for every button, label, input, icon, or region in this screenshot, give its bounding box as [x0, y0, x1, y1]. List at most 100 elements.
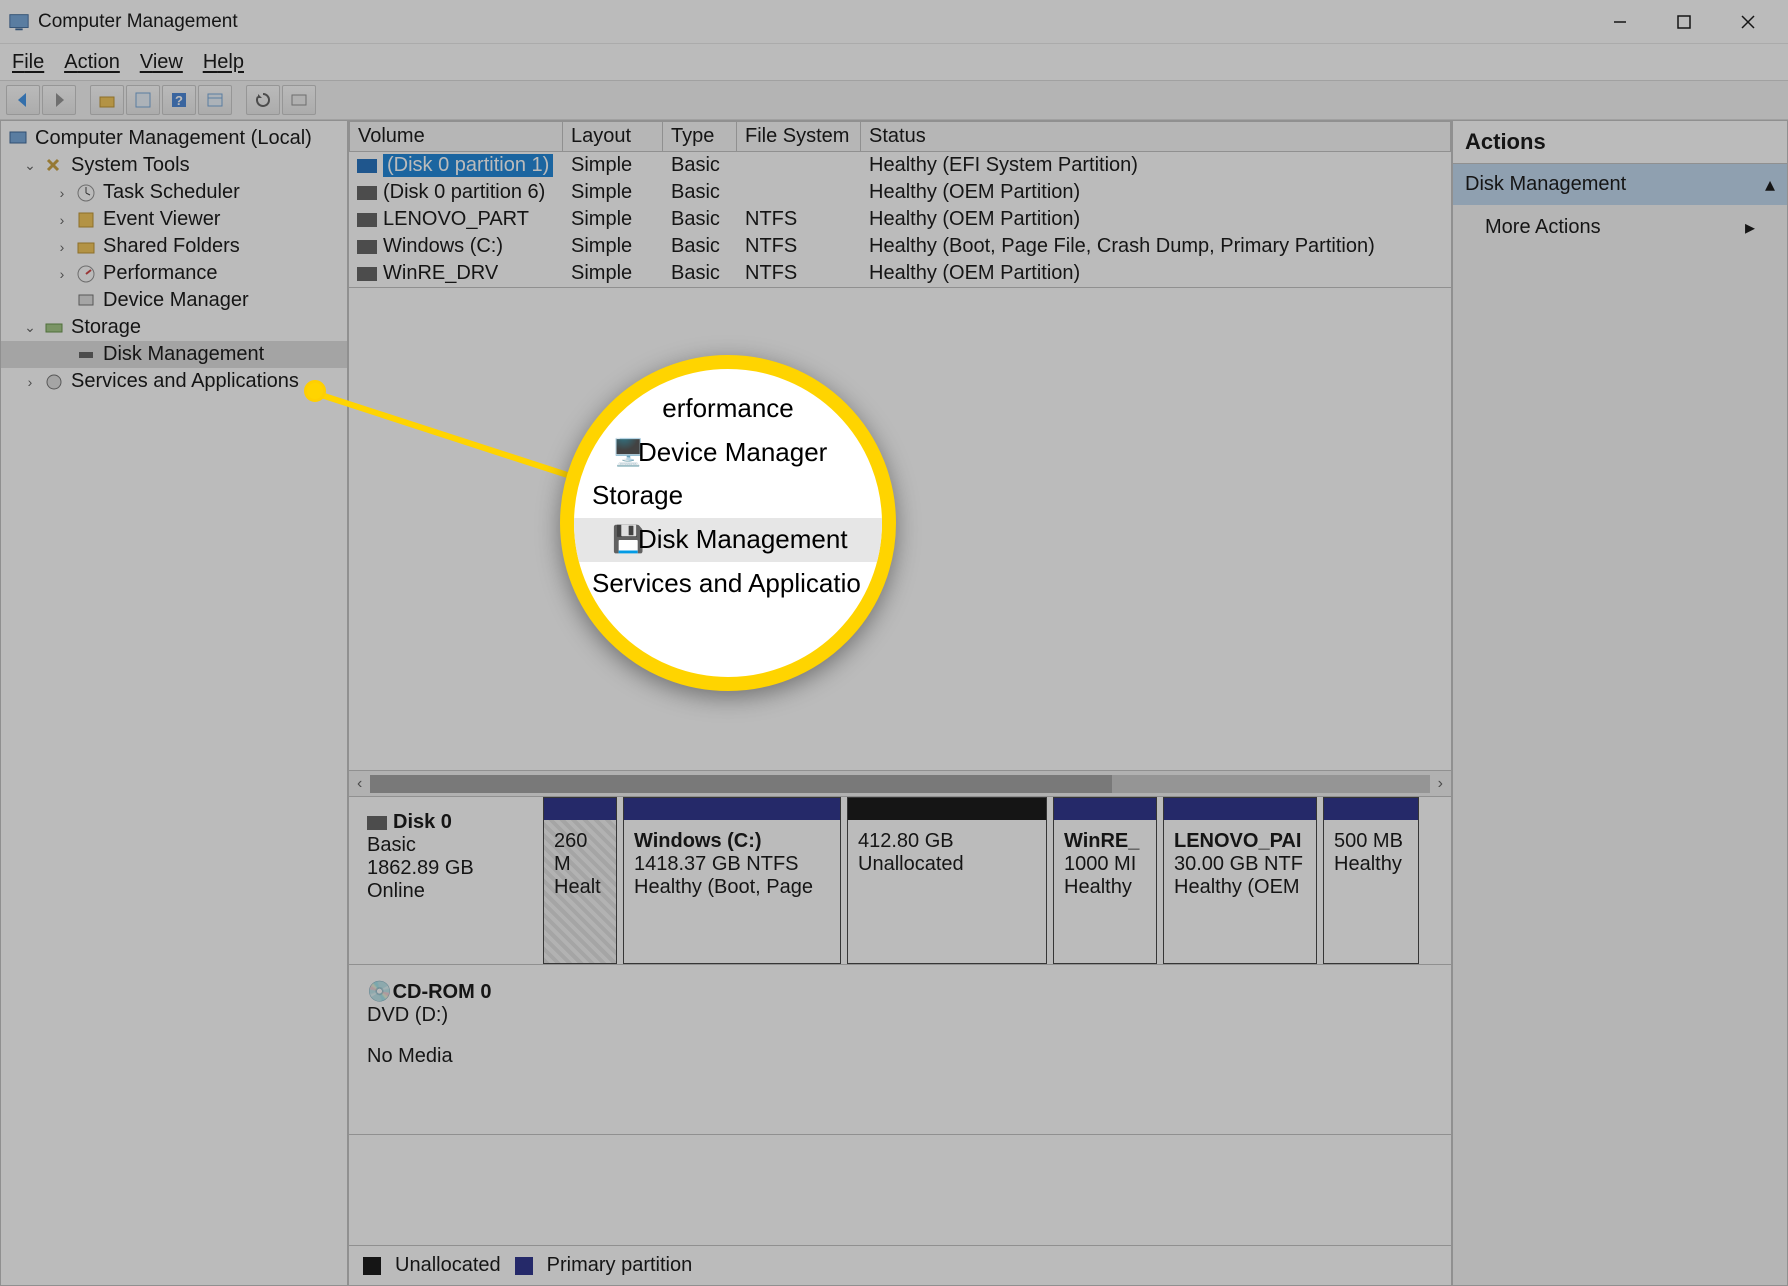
volume-status: Healthy (OEM Partition) [861, 179, 1451, 206]
tree-event-viewer[interactable]: ›Event Viewer [1, 206, 347, 233]
tree-label: Storage [71, 316, 141, 339]
disk0-type: Basic [367, 834, 525, 857]
legend-unallocated-swatch [363, 1257, 381, 1275]
tree-label: Task Scheduler [103, 181, 240, 204]
tree-disk-management[interactable]: Disk Management [1, 341, 347, 368]
partition[interactable]: 500 MBHealthy [1323, 797, 1419, 964]
more-actions-label: More Actions [1485, 216, 1601, 239]
horizontal-scrollbar[interactable]: ‹› [349, 770, 1451, 796]
settings-button[interactable] [282, 85, 316, 115]
disk0-title: Disk 0 [393, 811, 452, 833]
col-type[interactable]: Type [663, 121, 737, 152]
actions-context[interactable]: Disk Management ▴ [1453, 164, 1787, 205]
partition-size: 412.80 GB [858, 830, 1036, 853]
col-status[interactable]: Status [861, 121, 1451, 152]
back-button[interactable] [6, 85, 40, 115]
actions-header: Actions [1453, 121, 1787, 164]
disk0-strip[interactable]: Disk 0 Basic 1862.89 GB Online 260 MHeal… [349, 797, 1451, 965]
volume-status: Healthy (OEM Partition) [861, 206, 1451, 233]
storage-icon [43, 317, 65, 339]
tree-services-apps[interactable]: ›Services and Applications [1, 368, 347, 395]
partition-status: Healthy (OEM [1174, 876, 1306, 899]
volume-row[interactable]: WinRE_DRVSimpleBasicNTFSHealthy (OEM Par… [349, 260, 1451, 287]
more-actions[interactable]: More Actions ▸ [1453, 205, 1787, 250]
help-button[interactable]: ? [162, 85, 196, 115]
disk0-label: Disk 0 Basic 1862.89 GB Online [349, 797, 543, 964]
col-volume[interactable]: Volume [349, 121, 563, 152]
disk-icon [367, 816, 387, 830]
tree-device-manager[interactable]: Device Manager [1, 287, 347, 314]
volume-row[interactable]: (Disk 0 partition 1)SimpleBasicHealthy (… [349, 152, 1451, 179]
volume-row[interactable]: Windows (C:)SimpleBasicNTFSHealthy (Boot… [349, 233, 1451, 260]
tools-icon [43, 155, 65, 177]
partition[interactable]: LENOVO_PAI30.00 GB NTFHealthy (OEM [1163, 797, 1317, 964]
window-title: Computer Management [38, 11, 1588, 33]
tree-system-tools[interactable]: ⌄ System Tools [1, 152, 347, 179]
volume-name: Windows (C:) [383, 235, 503, 257]
cdrom-strip[interactable]: 💿 CD-ROM 0 DVD (D:) No Media [349, 965, 1451, 1135]
partition-status: Healthy [1334, 853, 1408, 876]
volume-name: LENOVO_PART [383, 208, 529, 230]
mag-line: Services and Applicatio [592, 568, 861, 598]
col-layout[interactable]: Layout [563, 121, 663, 152]
disk0-size: 1862.89 GB [367, 857, 525, 880]
volume-icon [357, 186, 377, 200]
partition-name: WinRE_ [1064, 830, 1146, 853]
volume-row[interactable]: (Disk 0 partition 6)SimpleBasicHealthy (… [349, 179, 1451, 206]
partition[interactable]: 412.80 GBUnallocated [847, 797, 1047, 964]
volume-fs: NTFS [737, 206, 861, 233]
menu-file[interactable]: File [12, 51, 44, 74]
volume-table-header[interactable]: Volume Layout Type File System Status [349, 121, 1451, 152]
tree-label: System Tools [71, 154, 190, 177]
volume-layout: Simple [563, 260, 663, 287]
minimize-button[interactable] [1588, 0, 1652, 44]
maximize-button[interactable] [1652, 0, 1716, 44]
tree-performance[interactable]: ›Performance [1, 260, 347, 287]
volume-fs: NTFS [737, 260, 861, 287]
partition-header [1164, 798, 1316, 820]
services-icon [43, 371, 65, 393]
properties-button[interactable] [126, 85, 160, 115]
partition[interactable]: WinRE_1000 MIHealthy [1053, 797, 1157, 964]
callout-dot-icon [304, 380, 326, 402]
partition-name: Windows (C:) [634, 830, 830, 853]
partition-size: 500 MB [1334, 830, 1408, 853]
forward-button[interactable] [42, 85, 76, 115]
close-button[interactable] [1716, 0, 1780, 44]
volume-layout: Simple [563, 152, 663, 179]
svg-text:?: ? [175, 93, 183, 108]
up-button[interactable] [90, 85, 124, 115]
partition[interactable]: Windows (C:)1418.37 GB NTFSHealthy (Boot… [623, 797, 841, 964]
partition-header [624, 798, 840, 820]
partition-header [1324, 798, 1418, 820]
volume-name: (Disk 0 partition 1) [383, 154, 553, 177]
disk0-state: Online [367, 880, 525, 903]
menu-help[interactable]: Help [203, 51, 244, 74]
volume-layout: Simple [563, 233, 663, 260]
partition-status: Healthy (Boot, Page [634, 876, 830, 899]
clock-icon [75, 182, 97, 204]
tree-storage[interactable]: ⌄Storage [1, 314, 347, 341]
partition[interactable]: 260 MHealt [543, 797, 617, 964]
tree-label: Performance [103, 262, 218, 285]
tree-shared-folders[interactable]: ›Shared Folders [1, 233, 347, 260]
col-filesystem[interactable]: File System [737, 121, 861, 152]
refresh-list-button[interactable] [198, 85, 232, 115]
partition-size: 30.00 GB NTF [1174, 853, 1306, 876]
menu-view[interactable]: View [140, 51, 183, 74]
refresh-button[interactable] [246, 85, 280, 115]
titlebar: Computer Management [0, 0, 1788, 44]
tree-task-scheduler[interactable]: ›Task Scheduler [1, 179, 347, 206]
menu-action[interactable]: Action [64, 51, 120, 74]
mag-line: Disk Management [638, 524, 848, 554]
volume-row[interactable]: LENOVO_PARTSimpleBasicNTFSHealthy (OEM P… [349, 206, 1451, 233]
volume-icon [357, 240, 377, 254]
volume-layout: Simple [563, 206, 663, 233]
volume-fs [737, 179, 861, 206]
mag-line: erformance [662, 393, 794, 423]
volume-name: (Disk 0 partition 6) [383, 181, 545, 203]
actions-pane: Actions Disk Management ▴ More Actions ▸ [1452, 120, 1788, 1286]
volume-fs: NTFS [737, 233, 861, 260]
tree-label: Shared Folders [103, 235, 240, 258]
tree-root[interactable]: Computer Management (Local) [1, 125, 347, 152]
